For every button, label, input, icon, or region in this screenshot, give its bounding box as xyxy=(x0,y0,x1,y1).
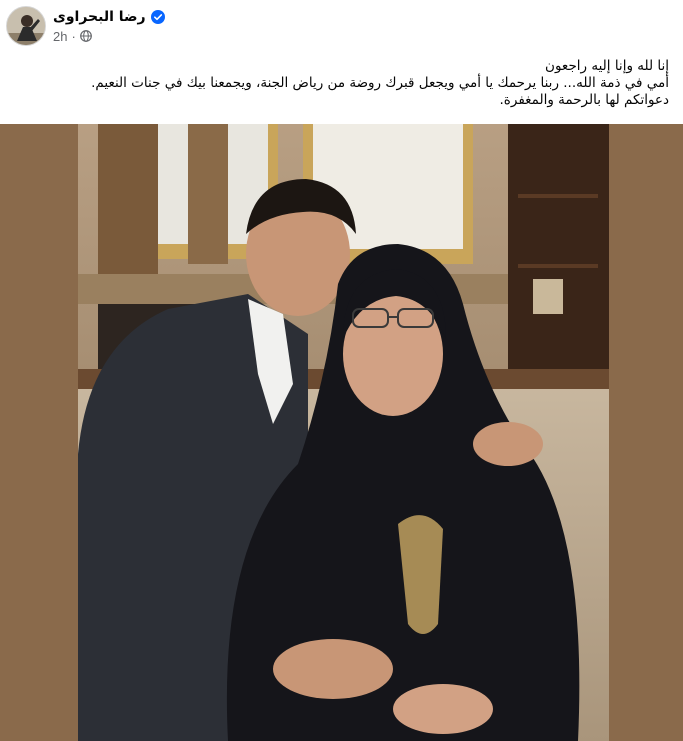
verified-badge-icon xyxy=(150,10,165,24)
post-photo-container[interactable] xyxy=(0,124,683,741)
photo-image xyxy=(78,124,609,741)
post-header: رضا البحراوى 2h · xyxy=(0,0,683,54)
globe-icon[interactable] xyxy=(79,30,92,42)
post-meta: 2h · xyxy=(53,28,92,44)
post-text-line: أمي في ذمة الله... ربنا يرحمك يا أمي ويج… xyxy=(91,75,669,91)
post-photo[interactable] xyxy=(78,124,609,741)
post-text-line: إنا لله وإنا إليه راجعون xyxy=(545,58,669,74)
post-text: إنا لله وإنا إليه راجعون أمي في ذمة الله… xyxy=(19,58,669,109)
avatar-image xyxy=(7,7,45,45)
post-timestamp[interactable]: 2h xyxy=(53,29,67,44)
post-text-line: دعواتكم لها بالرحمة والمغفرة. xyxy=(499,92,669,108)
author-row: رضا البحراوى xyxy=(53,7,165,27)
author-name[interactable]: رضا البحراوى xyxy=(53,9,146,25)
author-avatar[interactable] xyxy=(6,6,46,46)
meta-separator: · xyxy=(71,28,76,44)
